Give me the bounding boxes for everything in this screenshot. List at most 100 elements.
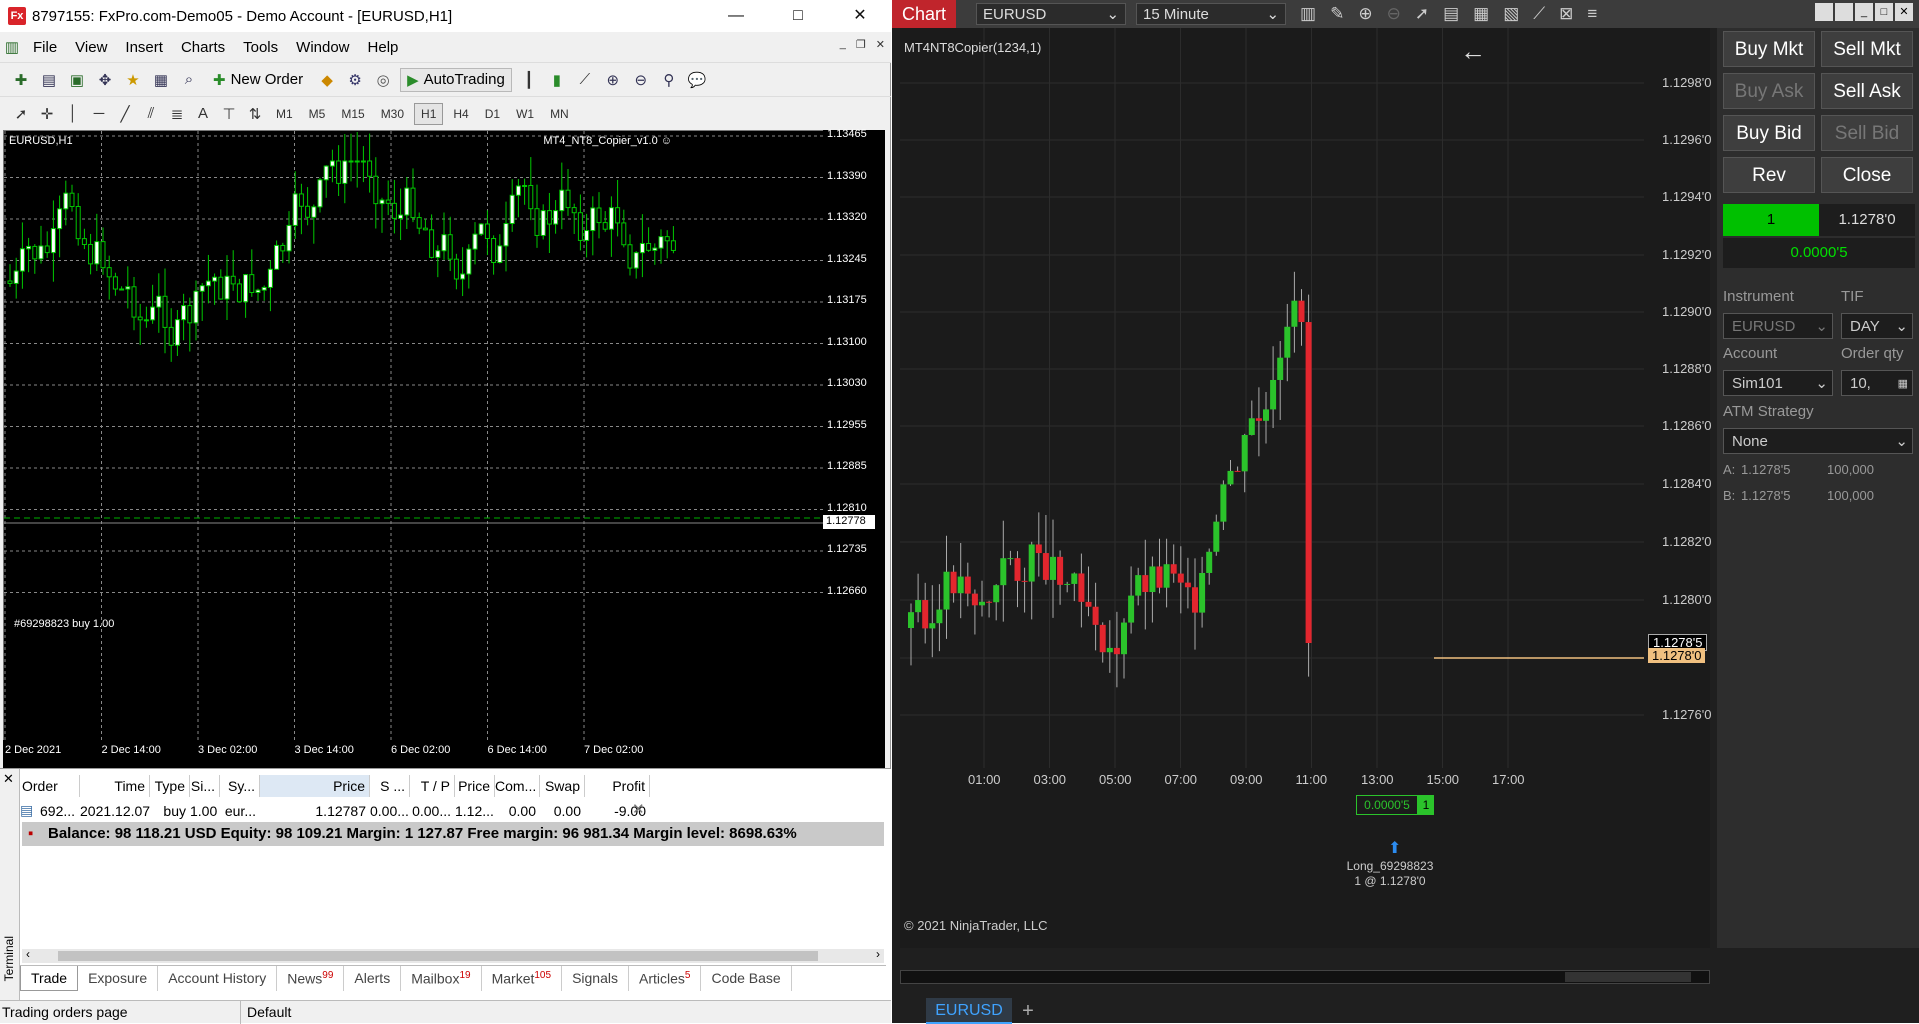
vertical-line-icon[interactable]: │: [62, 103, 84, 125]
draw-pencil-icon[interactable]: ✎: [1330, 4, 1344, 24]
trendline-icon[interactable]: ╱: [114, 103, 136, 125]
scroll-left-icon[interactable]: ‹: [26, 947, 30, 961]
calculator-icon[interactable]: ▦: [1898, 371, 1912, 397]
menu-file[interactable]: File: [24, 39, 66, 56]
zoom-out-icon[interactable]: ⊖: [1387, 4, 1401, 24]
terminal-tab-news[interactable]: News99: [277, 966, 345, 991]
options-icon[interactable]: ⚙: [344, 69, 366, 91]
terminal-icon[interactable]: ▦: [150, 69, 172, 91]
close-position-button[interactable]: Close: [1821, 157, 1913, 193]
position-pnl-badge[interactable]: 0.0000'5: [1356, 795, 1418, 815]
tab-eurusd[interactable]: EURUSD: [926, 998, 1012, 1024]
nt-pin-icon[interactable]: [1815, 3, 1833, 21]
new-order-button[interactable]: ✚ New Order: [206, 68, 310, 92]
tf-w1[interactable]: W1: [510, 104, 540, 124]
menu-list-icon[interactable]: ≡: [1587, 4, 1597, 24]
tf-d1[interactable]: D1: [479, 104, 506, 124]
tf-mn[interactable]: MN: [544, 104, 575, 124]
text-label-icon[interactable]: ⊤: [218, 103, 240, 125]
terminal-close-icon[interactable]: ✕: [3, 771, 14, 787]
terminal-tab-trade[interactable]: Trade: [20, 966, 79, 991]
order-qty-input[interactable]: 10, ▦: [1841, 370, 1913, 396]
add-tab-button[interactable]: +: [1016, 998, 1040, 1024]
favorites-icon[interactable]: ★: [122, 69, 144, 91]
menu-view[interactable]: View: [66, 39, 116, 56]
crosshair-icon[interactable]: ✛: [36, 103, 58, 125]
candlestick-icon[interactable]: ▮: [546, 69, 568, 91]
buy-market-button[interactable]: Buy Mkt: [1723, 31, 1815, 67]
strategy-tester-icon[interactable]: ⌕: [178, 69, 200, 91]
tf-h1[interactable]: H1: [414, 102, 444, 125]
navigator-icon[interactable]: ✥: [94, 69, 116, 91]
tf-m1[interactable]: M1: [270, 104, 299, 124]
back-arrow-icon[interactable]: ←: [1460, 36, 1486, 67]
mdi-restore-icon[interactable]: ❐: [856, 38, 866, 51]
horizontal-scrollbar[interactable]: ‹ ›: [22, 947, 884, 963]
tf-m15[interactable]: M15: [335, 104, 370, 124]
account-dropdown[interactable]: Sim101 ⌄: [1723, 370, 1833, 396]
scroll-thumb[interactable]: [58, 951, 818, 961]
interval-selector[interactable]: 15 Minute ⌄: [1136, 3, 1287, 25]
menu-charts[interactable]: Charts: [172, 39, 234, 56]
buy-bid-button[interactable]: Buy Bid: [1723, 115, 1815, 151]
strategies-icon[interactable]: ⟋: [1533, 4, 1545, 24]
nt-minimize-icon[interactable]: _: [1855, 3, 1873, 21]
text-tool-icon[interactable]: A: [192, 103, 214, 125]
sell-bid-button[interactable]: Sell Bid: [1821, 115, 1913, 151]
channel-icon[interactable]: ⫽: [140, 103, 162, 125]
tf-h4[interactable]: H4: [447, 104, 474, 124]
terminal-tab-articles[interactable]: Articles5: [629, 966, 702, 991]
search-icon[interactable]: ⚲: [658, 69, 680, 91]
metaeditor-icon[interactable]: ◆: [316, 69, 338, 91]
reverse-button[interactable]: Rev: [1723, 157, 1815, 193]
terminal-tab-mailbox[interactable]: Mailbox19: [401, 966, 482, 991]
nt-horizontal-scrollbar[interactable]: [900, 970, 1710, 984]
tf-m5[interactable]: M5: [303, 104, 332, 124]
arrows-icon[interactable]: ⇅: [244, 103, 266, 125]
nt-close-icon[interactable]: ✕: [1895, 3, 1913, 21]
mdi-close-icon[interactable]: ✕: [876, 38, 885, 51]
properties-icon[interactable]: ⊠: [1559, 4, 1573, 24]
new-chart-icon[interactable]: ✚: [10, 69, 32, 91]
menu-insert[interactable]: Insert: [116, 39, 172, 56]
maximize-button[interactable]: □: [767, 0, 829, 32]
fibonacci-icon[interactable]: ≣: [166, 103, 188, 125]
terminal-tab-code-base[interactable]: Code Base: [701, 966, 792, 991]
terminal-tab-alerts[interactable]: Alerts: [344, 966, 402, 991]
nt-tile-icon[interactable]: [1835, 3, 1853, 21]
mdi-minimize-icon[interactable]: _: [840, 38, 846, 51]
bars-icon[interactable]: ▥: [1300, 4, 1316, 24]
terminal-tab-signals[interactable]: Signals: [562, 966, 629, 991]
tif-dropdown[interactable]: DAY ⌄: [1841, 313, 1913, 339]
sell-ask-button[interactable]: Sell Ask: [1821, 73, 1913, 109]
profiles-icon[interactable]: ▤: [38, 69, 60, 91]
scroll-right-icon[interactable]: ›: [876, 947, 880, 961]
line-chart-icon[interactable]: ⟋: [574, 69, 596, 91]
templates-icon[interactable]: ▦: [1473, 4, 1489, 24]
position-qty-badge[interactable]: 1: [1418, 795, 1434, 815]
sell-market-button[interactable]: Sell Mkt: [1821, 31, 1913, 67]
zoom-in-icon[interactable]: ⊕: [1358, 4, 1372, 24]
signals-icon[interactable]: ◎: [372, 69, 394, 91]
menu-help[interactable]: Help: [359, 39, 408, 56]
data-box-icon[interactable]: ▤: [1443, 4, 1459, 24]
cursor-icon[interactable]: ➚: [10, 103, 32, 125]
pointer-icon[interactable]: ➚: [1415, 4, 1429, 24]
tf-m30[interactable]: M30: [375, 104, 410, 124]
market-watch-icon[interactable]: ▣: [66, 69, 88, 91]
horizontal-line-icon[interactable]: ─: [88, 103, 110, 125]
atm-strategy-dropdown[interactable]: None ⌄: [1723, 428, 1913, 454]
close-button[interactable]: ✕: [829, 0, 891, 32]
menu-window[interactable]: Window: [287, 39, 358, 56]
delete-order-icon[interactable]: ✕: [632, 800, 645, 818]
autotrading-button[interactable]: ▶ AutoTrading: [400, 67, 512, 92]
minimize-button[interactable]: —: [705, 0, 767, 32]
mt4-chart-area[interactable]: EURUSD,H1 MT4_NT8_Copier_v1.0 ☺ #6929882…: [3, 130, 825, 768]
nt-scroll-thumb[interactable]: [1565, 972, 1691, 982]
buy-ask-button[interactable]: Buy Ask: [1723, 73, 1815, 109]
bar-chart-icon[interactable]: ┃: [518, 69, 540, 91]
instrument-dropdown[interactable]: EURUSD ⌄: [1723, 313, 1833, 339]
terminal-tab-market[interactable]: Market105: [482, 966, 563, 991]
menu-tools[interactable]: Tools: [234, 39, 287, 56]
indicators-icon[interactable]: ▧: [1503, 4, 1519, 24]
